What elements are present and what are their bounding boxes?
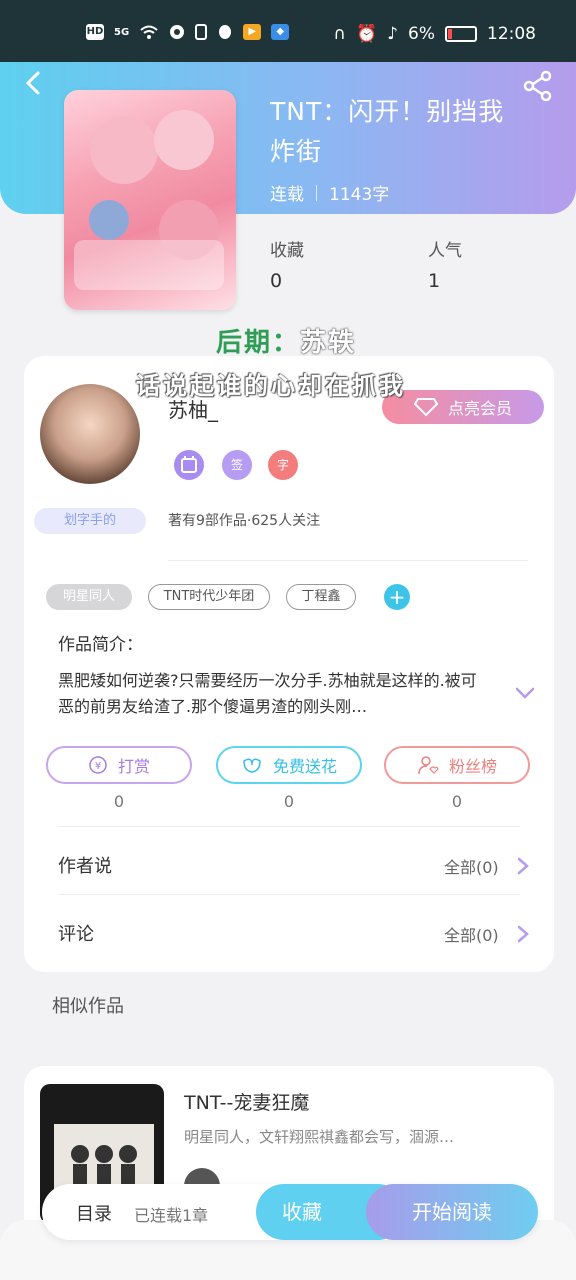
favorites-value: 0 [270,270,283,292]
author-level-tag: 划字手的 [34,508,146,534]
word-count: 1143字 [329,185,390,205]
add-tag-button[interactable]: + [384,584,410,610]
post-production-name: 苏轶 [300,328,357,358]
favorites-label: 收藏 [270,241,304,261]
synopsis-text: 黑肥矮如何逆袭?只需要经历一次分手.苏柚就是这样的.被可恶的前男友给渣了.那个傻… [58,671,477,716]
status-left-icons: HD 5G ▶ ◆ [86,24,290,40]
book-status-line: 连载 1143字 [270,180,389,205]
author-avatar[interactable] [40,384,140,484]
wifi-icon [140,25,158,39]
fans-icon [418,756,439,775]
flower-count: 0 [283,792,295,811]
coin-icon: ¥ [89,756,107,774]
comments-label[interactable]: 评论 [58,920,94,946]
divider [58,894,520,895]
calendar-badge[interactable] [174,450,204,480]
mute-icon: ♪ [387,24,399,44]
cover-illustration [74,110,224,290]
tag-chip[interactable]: 明星同人 [46,584,132,610]
battery-icon [445,26,477,42]
reward-button[interactable]: ¥ 打赏 [46,746,192,784]
author-works-info: 著有9部作品·625人关注 [168,513,321,529]
similar-work-desc: 明星同人，文轩翔熙祺鑫都会写，涸源… [184,1128,455,1146]
comments-all-link[interactable]: 全部(0) [444,922,499,946]
popularity-value: 1 [428,270,441,292]
chevron-right-icon [517,857,529,875]
similar-works-title: 相似作品 [52,996,124,1017]
fans-ranking-button[interactable]: 粉丝榜 [384,746,530,784]
popularity-label: 人气 [428,241,462,261]
alarm-icon: ⏰ [355,24,378,44]
qq-icon [219,25,232,39]
chevron-left-icon [25,71,40,95]
video-icon: ▶ [243,24,262,40]
reward-count: 0 [113,792,125,811]
svg-text:¥: ¥ [95,761,101,772]
signal-icon: 5G [114,26,130,38]
expand-synopsis-button[interactable] [514,682,536,704]
post-production-tag: 后期：苏轶 [216,322,356,359]
calendar-icon [181,456,197,473]
serial-status: 连载 [270,185,304,205]
browser-icon: ◆ [271,24,290,40]
comments-chevron[interactable] [516,924,530,944]
start-reading-button[interactable]: 开始阅读 [366,1184,538,1240]
author-says-label[interactable]: 作者说 [58,852,112,878]
headphones-icon: ∩ [333,24,346,44]
status-right-icons: ∩ ⏰ ♪ 6% 12:08 [334,24,536,44]
vip-button-label: 点亮会员 [447,399,512,418]
overlay-caption: 话说起谁的心却在抓我 [136,372,406,400]
diamond-icon [413,398,438,417]
divider [168,560,528,561]
reward-label: 打赏 [117,757,150,776]
similar-work-title[interactable]: TNT--宠妻狂魔 [184,1088,309,1115]
plus-icon: + [388,585,406,609]
vip-button[interactable]: 点亮会员 [382,390,544,424]
flower-icon [243,758,261,773]
signed-badge[interactable]: 签 [222,450,252,480]
fans-ranking-label: 粉丝榜 [448,757,497,776]
sim-icon [195,24,208,40]
back-button[interactable] [20,68,50,98]
fans-count: 0 [451,792,463,811]
hd-icon: HD [86,24,104,40]
tag-chip[interactable]: TNT时代少年团 [148,584,270,610]
chevron-right-icon [517,925,529,943]
app-icon [170,25,185,39]
tag-chip[interactable]: 丁程鑫 [286,584,356,610]
toc-button[interactable]: 目录 [76,1200,112,1226]
clock: 12:08 [487,24,536,44]
post-production-prefix: 后期： [216,328,301,358]
send-flower-label: 免费送花 [272,757,337,776]
book-title: TNT：闪开！别挡我炸街 [270,97,505,166]
chevron-down-icon [515,687,535,699]
battery-percent: 6% [408,24,435,44]
author-says-all-link[interactable]: 全部(0) [444,854,499,878]
status-bar: HD 5G ▶ ◆ ∩ ⏰ ♪ 6% 12:08 [0,0,576,62]
send-flower-button[interactable]: 免费送花 [216,746,362,784]
author-says-chevron[interactable] [516,856,530,876]
synopsis-label: 作品简介： [58,635,143,655]
word-badge[interactable]: 字 [268,450,298,480]
toc-status: 已连载1章 [134,1206,209,1225]
divider [316,184,317,201]
book-cover[interactable] [64,90,236,310]
divider [58,826,520,827]
